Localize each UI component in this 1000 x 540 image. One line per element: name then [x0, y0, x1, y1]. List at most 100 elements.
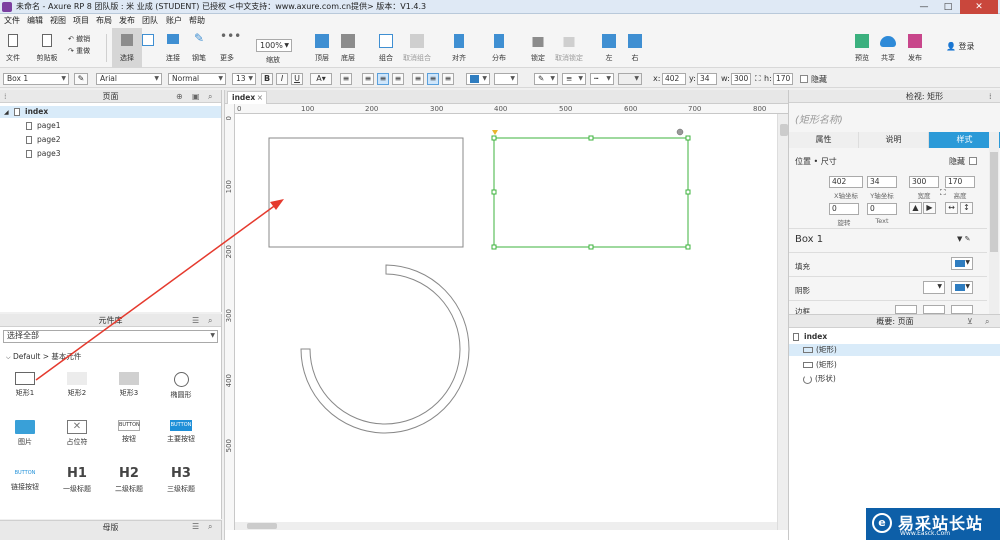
valign-top-button[interactable]: ≡ [412, 73, 424, 85]
widget-style-select[interactable]: Box 1 ▼ [3, 73, 69, 85]
arrow-style-select[interactable]: ▼ [618, 73, 642, 85]
shadow-style-button[interactable]: ▼ [923, 281, 945, 294]
preview-button[interactable]: 预览 [850, 28, 874, 68]
scrollbar-thumb[interactable] [990, 152, 998, 252]
font-color-button[interactable]: A▾ [310, 73, 332, 85]
rectangle-shape-1[interactable] [268, 137, 464, 248]
menu-edit[interactable]: 编辑 [27, 15, 43, 26]
border-style-button[interactable] [951, 305, 973, 314]
hidden-checkbox[interactable] [969, 157, 977, 165]
fit-width-icon[interactable]: ↔ [945, 202, 958, 214]
fit-height-icon[interactable]: ↕ [960, 202, 973, 214]
bring-top-button[interactable]: 顶层 [310, 28, 334, 68]
menu-publish[interactable]: 发布 [119, 15, 135, 26]
underline-button[interactable]: U [291, 73, 303, 85]
menu-help[interactable]: 帮助 [189, 15, 205, 26]
menu-view[interactable]: 视图 [50, 15, 66, 26]
valign-bottom-button[interactable]: ≡ [442, 73, 454, 85]
italic-button[interactable]: I [276, 73, 288, 85]
unlock-button[interactable]: 取消锁定 [552, 28, 586, 68]
style-dropdown-icon[interactable]: ▼ ✎ [957, 235, 970, 243]
w-input[interactable]: 300 [731, 73, 751, 85]
menu-team[interactable]: 团队 [142, 15, 158, 26]
text-rotation-input[interactable]: 0 [867, 203, 897, 215]
font-family-select[interactable]: Arial ▼ [96, 73, 162, 85]
line-color-select[interactable]: ✎ ▼ [534, 73, 558, 85]
bullet-list-button[interactable]: ≡ [340, 73, 352, 85]
font-size-select[interactable]: 13 ▼ [232, 73, 256, 85]
menu-layout[interactable]: 布局 [96, 15, 112, 26]
file-button[interactable]: 文件 [2, 28, 24, 68]
fill-color-select[interactable]: ▼ [466, 73, 490, 85]
bold-button[interactable]: B [261, 73, 273, 85]
font-style-select[interactable]: Normal ▼ [168, 73, 226, 85]
outline-item[interactable]: (矩形) [803, 359, 837, 370]
search-icon[interactable]: ⌕ [985, 315, 989, 328]
border-color-button[interactable] [923, 305, 945, 314]
width-input[interactable]: 300 [909, 176, 939, 188]
tab-notes[interactable]: 说明 [859, 132, 929, 148]
left-button[interactable]: 左 [598, 28, 620, 68]
maximize-button[interactable]: □ [936, 0, 960, 14]
line-style-select[interactable]: ┅ ▼ [590, 73, 614, 85]
hidden-checkbox[interactable] [800, 75, 808, 83]
shadow-select[interactable]: ▼ [494, 73, 518, 85]
group-button[interactable]: 组合 [374, 28, 398, 68]
menu-file[interactable]: 文件 [4, 15, 20, 26]
arc-shape-icon [803, 374, 812, 384]
menu-account[interactable]: 账户 [166, 15, 182, 26]
outline-item[interactable]: (形状) [803, 373, 836, 384]
rotate-handle-icon[interactable] [676, 128, 684, 136]
align-center-button[interactable]: ≡ [377, 73, 389, 85]
style-manager-icon[interactable]: ✎ [74, 73, 88, 85]
shadow-color-button[interactable]: ▼ [951, 281, 973, 294]
undo-button[interactable]: ↶ 撤销 [68, 34, 90, 44]
right-button[interactable]: 右 [624, 28, 646, 68]
redo-button[interactable]: ↷ 重做 [68, 46, 90, 56]
flip-vertical-icon[interactable]: ▲ [909, 202, 922, 214]
distribute-button[interactable]: 分布 [486, 28, 512, 68]
corner-radius-handle-icon[interactable] [492, 130, 498, 135]
rectangle-shape-selected[interactable] [493, 137, 689, 248]
close-button[interactable]: ✕ [960, 0, 998, 14]
more-button[interactable]: ••• 更多 [212, 28, 242, 68]
inspector-scrollbar[interactable] [989, 132, 999, 314]
select-button[interactable]: 选择 [112, 28, 142, 68]
select-mode-2-button[interactable] [140, 28, 156, 68]
filter-icon[interactable]: ⊻ [967, 315, 973, 328]
widget-name-field[interactable]: (矩形名称) [795, 111, 843, 126]
x-input[interactable]: 402 [662, 73, 686, 85]
lock-button[interactable]: 锁定 [526, 28, 550, 68]
connect-button[interactable]: 连接 [160, 28, 186, 68]
pen-button[interactable]: ✎ 钢笔 [186, 28, 212, 68]
arc-shape[interactable] [300, 264, 470, 434]
height-input[interactable]: 170 [945, 176, 975, 188]
valign-middle-button[interactable]: ≡ [427, 73, 439, 85]
h-input[interactable]: 170 [773, 73, 793, 85]
line-width-select[interactable]: ≡ ▼ [562, 73, 586, 85]
x-coordinate-input[interactable]: 402 [829, 176, 863, 188]
send-bottom-button[interactable]: 底层 [336, 28, 360, 68]
zoom-select[interactable]: 100% ▼ [256, 39, 292, 52]
align-button[interactable]: 对齐 [446, 28, 472, 68]
y-coordinate-input[interactable]: 34 [867, 176, 897, 188]
ungroup-button[interactable]: 取消组合 [400, 28, 434, 68]
minimize-button[interactable]: — [912, 0, 936, 14]
outline-root[interactable]: index [793, 332, 827, 341]
share-button[interactable]: 共享 [876, 28, 900, 68]
align-right-button[interactable]: ≡ [392, 73, 404, 85]
collapse-icon[interactable]: ⁞ [989, 90, 992, 103]
align-left-button[interactable]: ≡ [362, 73, 374, 85]
fill-color-button[interactable]: ▼ [951, 257, 973, 270]
flip-horizontal-icon[interactable]: ▶ [923, 202, 936, 214]
publish-button[interactable]: 发布 [902, 28, 928, 68]
menu-project[interactable]: 项目 [73, 15, 89, 26]
lock-ratio-icon[interactable]: ⛶ [755, 74, 761, 84]
tab-properties[interactable]: 属性 [789, 132, 859, 148]
outline-item[interactable]: (矩形) [789, 344, 1000, 356]
clipboard-button[interactable]: 剪贴板 [32, 28, 62, 68]
y-input[interactable]: 34 [697, 73, 717, 85]
login-button[interactable]: 👤 登录 [946, 41, 975, 52]
border-width-button[interactable] [895, 305, 917, 314]
rotation-input[interactable]: 0 [829, 203, 859, 215]
